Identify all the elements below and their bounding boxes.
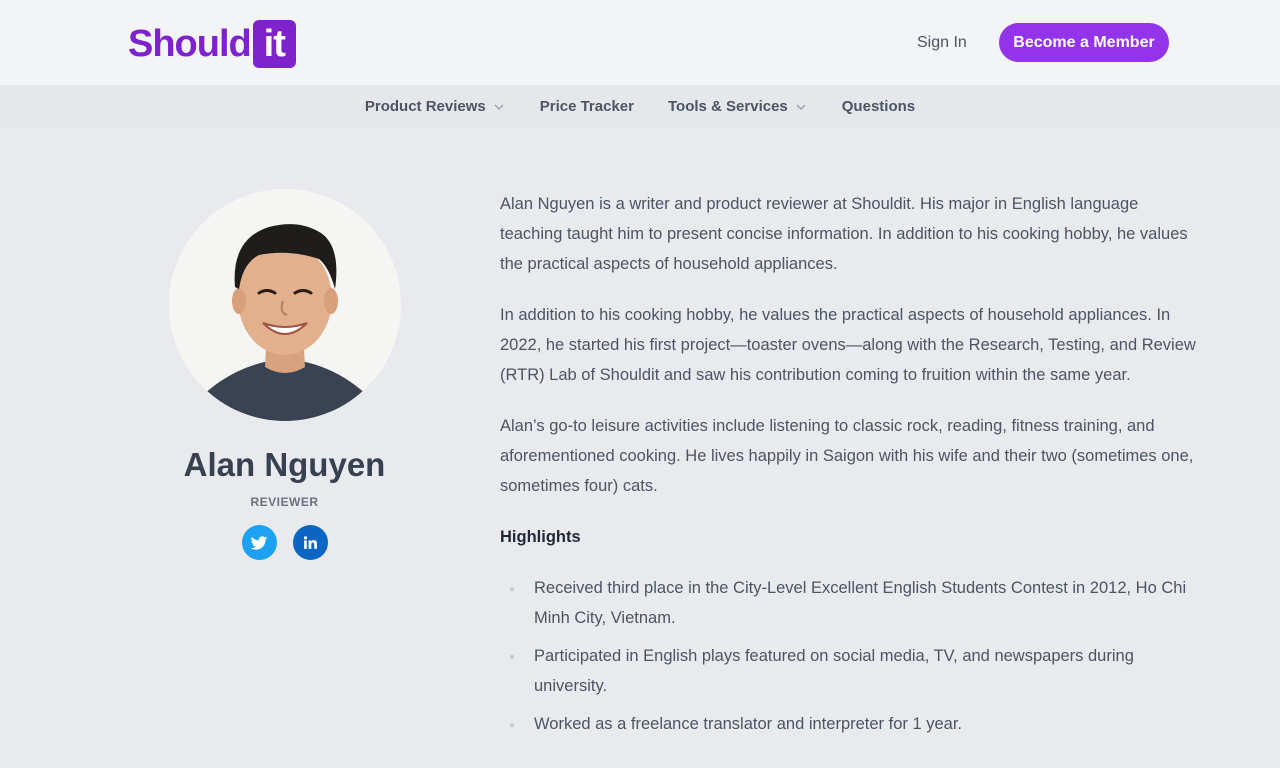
shouldit-logo[interactable]: Should it: [128, 20, 296, 68]
profile-name: Alan Nguyen: [183, 446, 386, 483]
sign-in-link[interactable]: Sign In: [917, 33, 967, 53]
list-item: Received third place in the City-Level E…: [500, 573, 1200, 633]
linkedin-link[interactable]: [292, 525, 328, 560]
list-item: Participated in English plays featured o…: [500, 641, 1200, 701]
linkedin-icon: [303, 536, 317, 549]
list-item: Worked as a freelance translator and int…: [500, 709, 1200, 739]
main-content: Alan Nguyen REVIEWER Alan Nguyen is a wr…: [0, 128, 1280, 768]
nav-item-tools-services[interactable]: Tools & Services: [668, 98, 808, 115]
profile-role: REVIEWER: [250, 495, 319, 509]
main-nav: Product Reviews Price Tracker Tools & Se…: [0, 85, 1280, 128]
bio-paragraph: Alan’s go-to leisure activities include …: [500, 417, 1194, 495]
bio-paragraph: In addition to his cooking hobby, he val…: [500, 306, 1196, 384]
logo-text: Should: [128, 23, 252, 65]
nav-item-label: Product Reviews: [364, 98, 486, 115]
nav-item-label: Price Tracker: [539, 98, 634, 115]
nav-item-product-reviews[interactable]: Product Reviews: [365, 98, 506, 115]
profile-card: Alan Nguyen REVIEWER: [128, 189, 441, 560]
nav-item-label: Questions: [841, 98, 916, 115]
twitter-icon: [250, 535, 268, 550]
social-links: [128, 525, 441, 560]
highlights-title: Highlights: [500, 528, 581, 546]
logo-box: it: [252, 20, 296, 68]
top-header: Should it Sign In Become a Member: [0, 0, 1280, 85]
nav-item-questions[interactable]: Questions: [842, 98, 915, 115]
chevron-down-icon: [796, 104, 806, 110]
bio-section: Alan Nguyen is a writer and product revi…: [500, 189, 1200, 747]
highlights-list: Received third place in the City-Level E…: [500, 573, 1200, 739]
chevron-down-icon: [494, 104, 504, 110]
nav-item-label: Tools & Services: [667, 98, 788, 115]
bio-paragraph: Alan Nguyen is a writer and product revi…: [500, 195, 1188, 273]
avatar: [168, 189, 401, 421]
become-member-button[interactable]: Become a Member: [999, 23, 1169, 62]
twitter-link[interactable]: [241, 525, 277, 560]
nav-item-price-tracker[interactable]: Price Tracker: [540, 98, 634, 115]
